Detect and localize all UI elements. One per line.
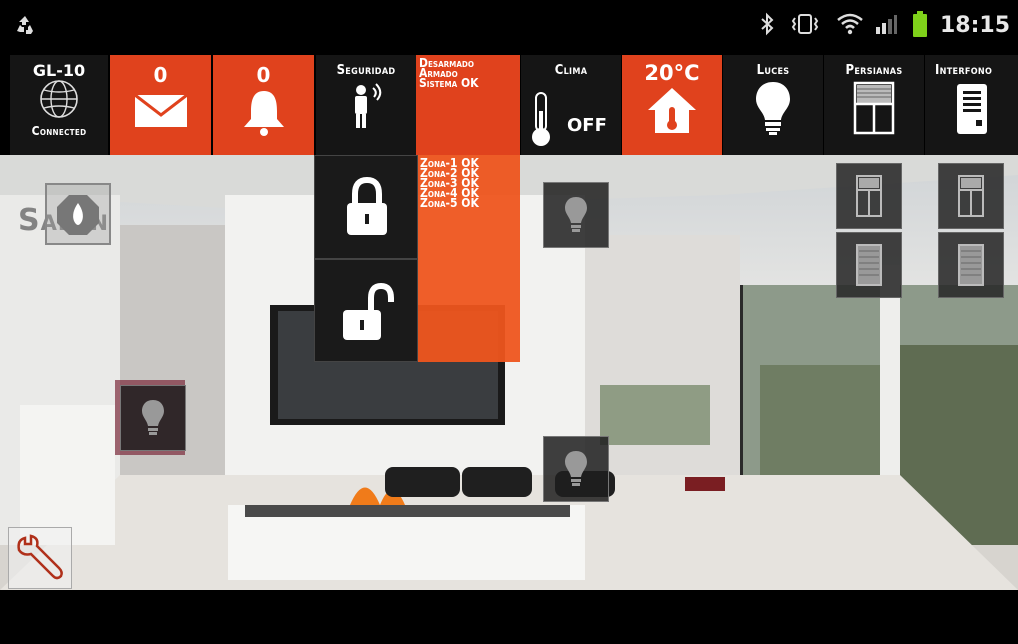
lock-open-icon <box>343 282 394 340</box>
house-thermometer-icon <box>648 88 696 133</box>
disarm-lock-button[interactable] <box>314 259 418 362</box>
intercom-tile[interactable]: Interfono <box>925 55 1018 155</box>
zone-5-status: Zona-5 OK <box>420 196 479 210</box>
security-label: Seguridad <box>336 63 396 78</box>
messages-count: 0 <box>153 63 168 87</box>
alarms-tile[interactable]: 0 <box>213 55 314 155</box>
room-view: Salón Zona-1 OK Zona-2 OK Zona-3 OK Zona… <box>0 155 1018 590</box>
window-blind-up-icon <box>856 175 882 217</box>
blind-2-down-button[interactable] <box>938 232 1004 298</box>
lights-label: Luces <box>756 63 790 78</box>
connection-status: Connected <box>31 124 87 138</box>
thermometer-icon <box>532 92 550 146</box>
envelope-icon <box>133 93 188 127</box>
climate-label: Clima <box>554 63 588 78</box>
bottom-bar <box>0 590 1018 644</box>
wrench-icon <box>17 534 63 580</box>
vibrate-icon <box>791 14 819 34</box>
fire-sensor-button[interactable] <box>45 183 111 245</box>
blind-1-down-button[interactable] <box>836 232 902 298</box>
intercom-label: Interfono <box>935 63 993 78</box>
blind-2-up-button[interactable] <box>938 163 1004 229</box>
arm-lock-button[interactable] <box>314 155 418 259</box>
bluetooth-icon <box>761 12 774 36</box>
blind-1-up-button[interactable] <box>836 163 902 229</box>
security-status-system: Sistema OK <box>419 76 479 90</box>
climate-state: OFF <box>567 115 607 136</box>
lights-tile[interactable]: Luces <box>723 55 823 155</box>
status-bar: 18:15 <box>0 0 1018 52</box>
recycle-icon <box>17 16 33 34</box>
messages-tile[interactable]: 0 <box>110 55 211 155</box>
light-button-floor[interactable] <box>543 436 609 502</box>
blinds-tile[interactable]: Persianas <box>824 55 924 155</box>
window-blinds-icon <box>853 81 895 135</box>
person-motion-icon <box>355 83 382 128</box>
bell-icon <box>243 91 284 136</box>
temperature-tile[interactable]: 20°C <box>622 55 722 155</box>
light-bulb-icon <box>565 197 587 232</box>
temperature-value: 20°C <box>644 61 700 85</box>
battery-icon <box>913 11 927 37</box>
device-tile[interactable]: GL-10 Connected <box>10 55 108 155</box>
settings-button[interactable] <box>8 527 72 589</box>
light-bulb-icon <box>142 400 164 435</box>
climate-tile[interactable]: Clima OFF <box>521 55 621 155</box>
clock: 18:15 <box>939 13 1010 38</box>
window-blind-down-icon <box>958 244 984 286</box>
flame-octagon-icon <box>57 195 99 235</box>
lock-closed-icon <box>347 176 387 235</box>
zones-status-panel: Zona-1 OK Zona-2 OK Zona-3 OK Zona-4 OK … <box>418 155 520 362</box>
security-status-tile[interactable]: Desarmado Armado Sistema OK <box>416 55 520 155</box>
globe-icon <box>40 80 78 118</box>
alarms-count: 0 <box>256 63 271 87</box>
light-bulb-icon <box>565 451 587 486</box>
intercom-icon <box>956 84 987 134</box>
wifi-icon <box>837 13 863 35</box>
security-tile[interactable]: Seguridad <box>316 55 416 155</box>
signal-icon <box>876 15 897 34</box>
light-button-ceiling[interactable] <box>543 182 609 248</box>
light-button-wall[interactable] <box>120 385 186 451</box>
window-blind-up-icon <box>958 175 984 217</box>
window-blind-down-icon <box>856 244 882 286</box>
blinds-label: Persianas <box>845 63 903 78</box>
light-bulb-icon <box>756 82 790 135</box>
